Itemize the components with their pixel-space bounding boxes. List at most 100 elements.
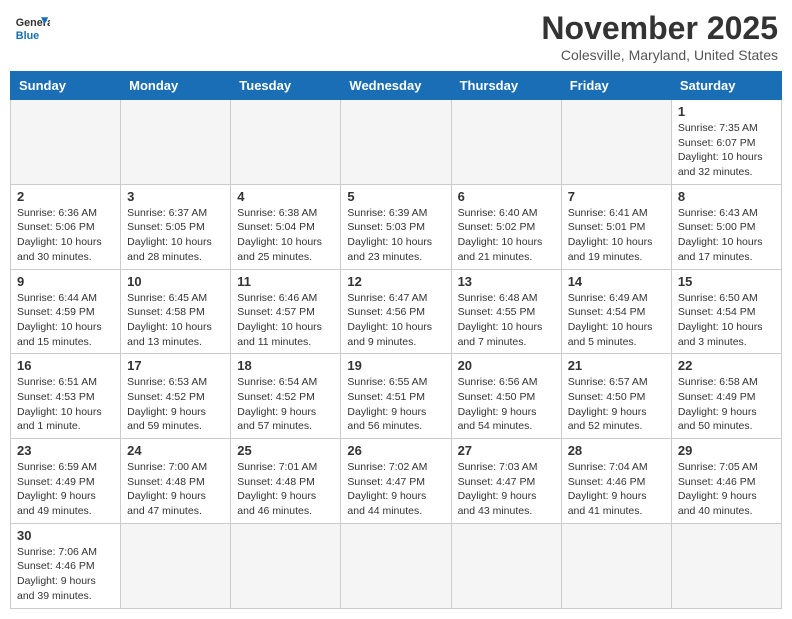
day-number: 17 <box>127 358 224 373</box>
day-info: Sunrise: 6:51 AM Sunset: 4:53 PM Dayligh… <box>17 375 114 434</box>
day-info: Sunrise: 6:56 AM Sunset: 4:50 PM Dayligh… <box>458 375 555 434</box>
day-info: Sunrise: 6:54 AM Sunset: 4:52 PM Dayligh… <box>237 375 334 434</box>
header: General Blue November 2025 Colesville, M… <box>10 10 782 63</box>
col-monday: Monday <box>121 72 231 100</box>
day-info: Sunrise: 6:48 AM Sunset: 4:55 PM Dayligh… <box>458 291 555 350</box>
week-row-3: 9 Sunrise: 6:44 AM Sunset: 4:59 PM Daylig… <box>11 269 782 354</box>
day-number: 19 <box>347 358 444 373</box>
day-info: Sunrise: 6:58 AM Sunset: 4:49 PM Dayligh… <box>678 375 775 434</box>
calendar-cell <box>121 523 231 608</box>
day-number: 23 <box>17 443 114 458</box>
day-info: Sunrise: 6:41 AM Sunset: 5:01 PM Dayligh… <box>568 206 665 265</box>
day-number: 10 <box>127 274 224 289</box>
logo: General Blue <box>14 10 50 46</box>
col-wednesday: Wednesday <box>341 72 451 100</box>
calendar-cell: 2Sunrise: 6:36 AM Sunset: 5:06 PM Daylig… <box>11 184 121 269</box>
calendar-cell: 27Sunrise: 7:03 AM Sunset: 4:47 PM Dayli… <box>451 439 561 524</box>
day-info: Sunrise: 6:55 AM Sunset: 4:51 PM Dayligh… <box>347 375 444 434</box>
calendar-cell: 19 Sunrise: 6:55 AM Sunset: 4:51 PM Dayli… <box>341 354 451 439</box>
col-sunday: Sunday <box>11 72 121 100</box>
day-info: Sunrise: 6:49 AM Sunset: 4:54 PM Dayligh… <box>568 291 665 350</box>
calendar-cell <box>231 100 341 185</box>
week-row-4: 16 Sunrise: 6:51 AM Sunset: 4:53 PM Dayli… <box>11 354 782 439</box>
svg-text:Blue: Blue <box>16 30 39 42</box>
day-number: 3 <box>127 189 224 204</box>
day-info: Sunrise: 6:46 AM Sunset: 4:57 PM Dayligh… <box>237 291 334 350</box>
calendar-cell: 13 Sunrise: 6:48 AM Sunset: 4:55 PM Dayli… <box>451 269 561 354</box>
day-number: 7 <box>568 189 665 204</box>
calendar-cell: 4 Sunrise: 6:38 AM Sunset: 5:04 PM Daylig… <box>231 184 341 269</box>
calendar-cell: 17 Sunrise: 6:53 AM Sunset: 4:52 PM Dayli… <box>121 354 231 439</box>
day-info: Sunrise: 6:57 AM Sunset: 4:50 PM Dayligh… <box>568 375 665 434</box>
calendar-cell <box>671 523 781 608</box>
calendar-cell: 5Sunrise: 6:39 AM Sunset: 5:03 PM Daylig… <box>341 184 451 269</box>
day-info: Sunrise: 6:47 AM Sunset: 4:56 PM Dayligh… <box>347 291 444 350</box>
day-number: 20 <box>458 358 555 373</box>
day-info: Sunrise: 7:05 AM Sunset: 4:46 PM Dayligh… <box>678 460 775 519</box>
calendar-cell: 7 Sunrise: 6:41 AM Sunset: 5:01 PM Daylig… <box>561 184 671 269</box>
calendar-cell <box>341 100 451 185</box>
days-of-week-row: Sunday Monday Tuesday Wednesday Thursday… <box>11 72 782 100</box>
day-number: 1 <box>678 104 775 119</box>
calendar-header: Sunday Monday Tuesday Wednesday Thursday… <box>11 72 782 100</box>
day-number: 6 <box>458 189 555 204</box>
day-number: 30 <box>17 528 114 543</box>
day-info: Sunrise: 7:02 AM Sunset: 4:47 PM Dayligh… <box>347 460 444 519</box>
day-number: 13 <box>458 274 555 289</box>
calendar-cell <box>451 523 561 608</box>
day-info: Sunrise: 7:01 AM Sunset: 4:48 PM Dayligh… <box>237 460 334 519</box>
calendar-cell: 15Sunrise: 6:50 AM Sunset: 4:54 PM Dayli… <box>671 269 781 354</box>
day-info: Sunrise: 6:44 AM Sunset: 4:59 PM Dayligh… <box>17 291 114 350</box>
calendar-cell <box>11 100 121 185</box>
calendar-cell: 12 Sunrise: 6:47 AM Sunset: 4:56 PM Dayli… <box>341 269 451 354</box>
calendar-cell: 18 Sunrise: 6:54 AM Sunset: 4:52 PM Dayli… <box>231 354 341 439</box>
day-info: Sunrise: 6:38 AM Sunset: 5:04 PM Dayligh… <box>237 206 334 265</box>
col-friday: Friday <box>561 72 671 100</box>
generalblue-logo-icon: General Blue <box>14 10 50 46</box>
day-number: 16 <box>17 358 114 373</box>
day-info: Sunrise: 7:35 AM Sunset: 6:07 PM Dayligh… <box>678 121 775 180</box>
day-number: 22 <box>678 358 775 373</box>
day-info: Sunrise: 7:04 AM Sunset: 4:46 PM Dayligh… <box>568 460 665 519</box>
calendar-cell: 1 Sunrise: 7:35 AM Sunset: 6:07 PM Daylig… <box>671 100 781 185</box>
calendar-cell: 28 Sunrise: 7:04 AM Sunset: 4:46 PM Dayli… <box>561 439 671 524</box>
calendar-cell: 23 Sunrise: 6:59 AM Sunset: 4:49 PM Dayli… <box>11 439 121 524</box>
calendar-cell: 25Sunrise: 7:01 AM Sunset: 4:48 PM Dayli… <box>231 439 341 524</box>
col-tuesday: Tuesday <box>231 72 341 100</box>
week-row-6: 30 Sunrise: 7:06 AM Sunset: 4:46 PM Dayli… <box>11 523 782 608</box>
day-number: 12 <box>347 274 444 289</box>
month-title: November 2025 <box>541 10 778 47</box>
day-number: 28 <box>568 443 665 458</box>
day-number: 26 <box>347 443 444 458</box>
col-thursday: Thursday <box>451 72 561 100</box>
day-number: 27 <box>458 443 555 458</box>
calendar-cell: 3Sunrise: 6:37 AM Sunset: 5:05 PM Daylig… <box>121 184 231 269</box>
day-number: 2 <box>17 189 114 204</box>
col-saturday: Saturday <box>671 72 781 100</box>
calendar-cell: 30 Sunrise: 7:06 AM Sunset: 4:46 PM Dayli… <box>11 523 121 608</box>
day-info: Sunrise: 7:06 AM Sunset: 4:46 PM Dayligh… <box>17 545 114 604</box>
day-number: 14 <box>568 274 665 289</box>
calendar-cell <box>561 100 671 185</box>
calendar-cell: 22 Sunrise: 6:58 AM Sunset: 4:49 PM Dayli… <box>671 354 781 439</box>
calendar-cell: 21 Sunrise: 6:57 AM Sunset: 4:50 PM Dayli… <box>561 354 671 439</box>
calendar-cell: 29 Sunrise: 7:05 AM Sunset: 4:46 PM Dayli… <box>671 439 781 524</box>
day-info: Sunrise: 6:50 AM Sunset: 4:54 PM Dayligh… <box>678 291 775 350</box>
day-number: 4 <box>237 189 334 204</box>
day-info: Sunrise: 6:59 AM Sunset: 4:49 PM Dayligh… <box>17 460 114 519</box>
calendar-cell <box>121 100 231 185</box>
day-number: 11 <box>237 274 334 289</box>
calendar-cell: 11 Sunrise: 6:46 AM Sunset: 4:57 PM Dayli… <box>231 269 341 354</box>
day-info: Sunrise: 6:53 AM Sunset: 4:52 PM Dayligh… <box>127 375 224 434</box>
calendar-cell: 8Sunrise: 6:43 AM Sunset: 5:00 PM Daylig… <box>671 184 781 269</box>
week-row-2: 2Sunrise: 6:36 AM Sunset: 5:06 PM Daylig… <box>11 184 782 269</box>
day-number: 18 <box>237 358 334 373</box>
calendar-body: 1 Sunrise: 7:35 AM Sunset: 6:07 PM Daylig… <box>11 100 782 609</box>
title-area: November 2025 Colesville, Maryland, Unit… <box>541 10 778 63</box>
day-number: 21 <box>568 358 665 373</box>
day-number: 29 <box>678 443 775 458</box>
day-info: Sunrise: 6:40 AM Sunset: 5:02 PM Dayligh… <box>458 206 555 265</box>
day-number: 9 <box>17 274 114 289</box>
calendar-cell: 24Sunrise: 7:00 AM Sunset: 4:48 PM Dayli… <box>121 439 231 524</box>
location: Colesville, Maryland, United States <box>541 47 778 63</box>
